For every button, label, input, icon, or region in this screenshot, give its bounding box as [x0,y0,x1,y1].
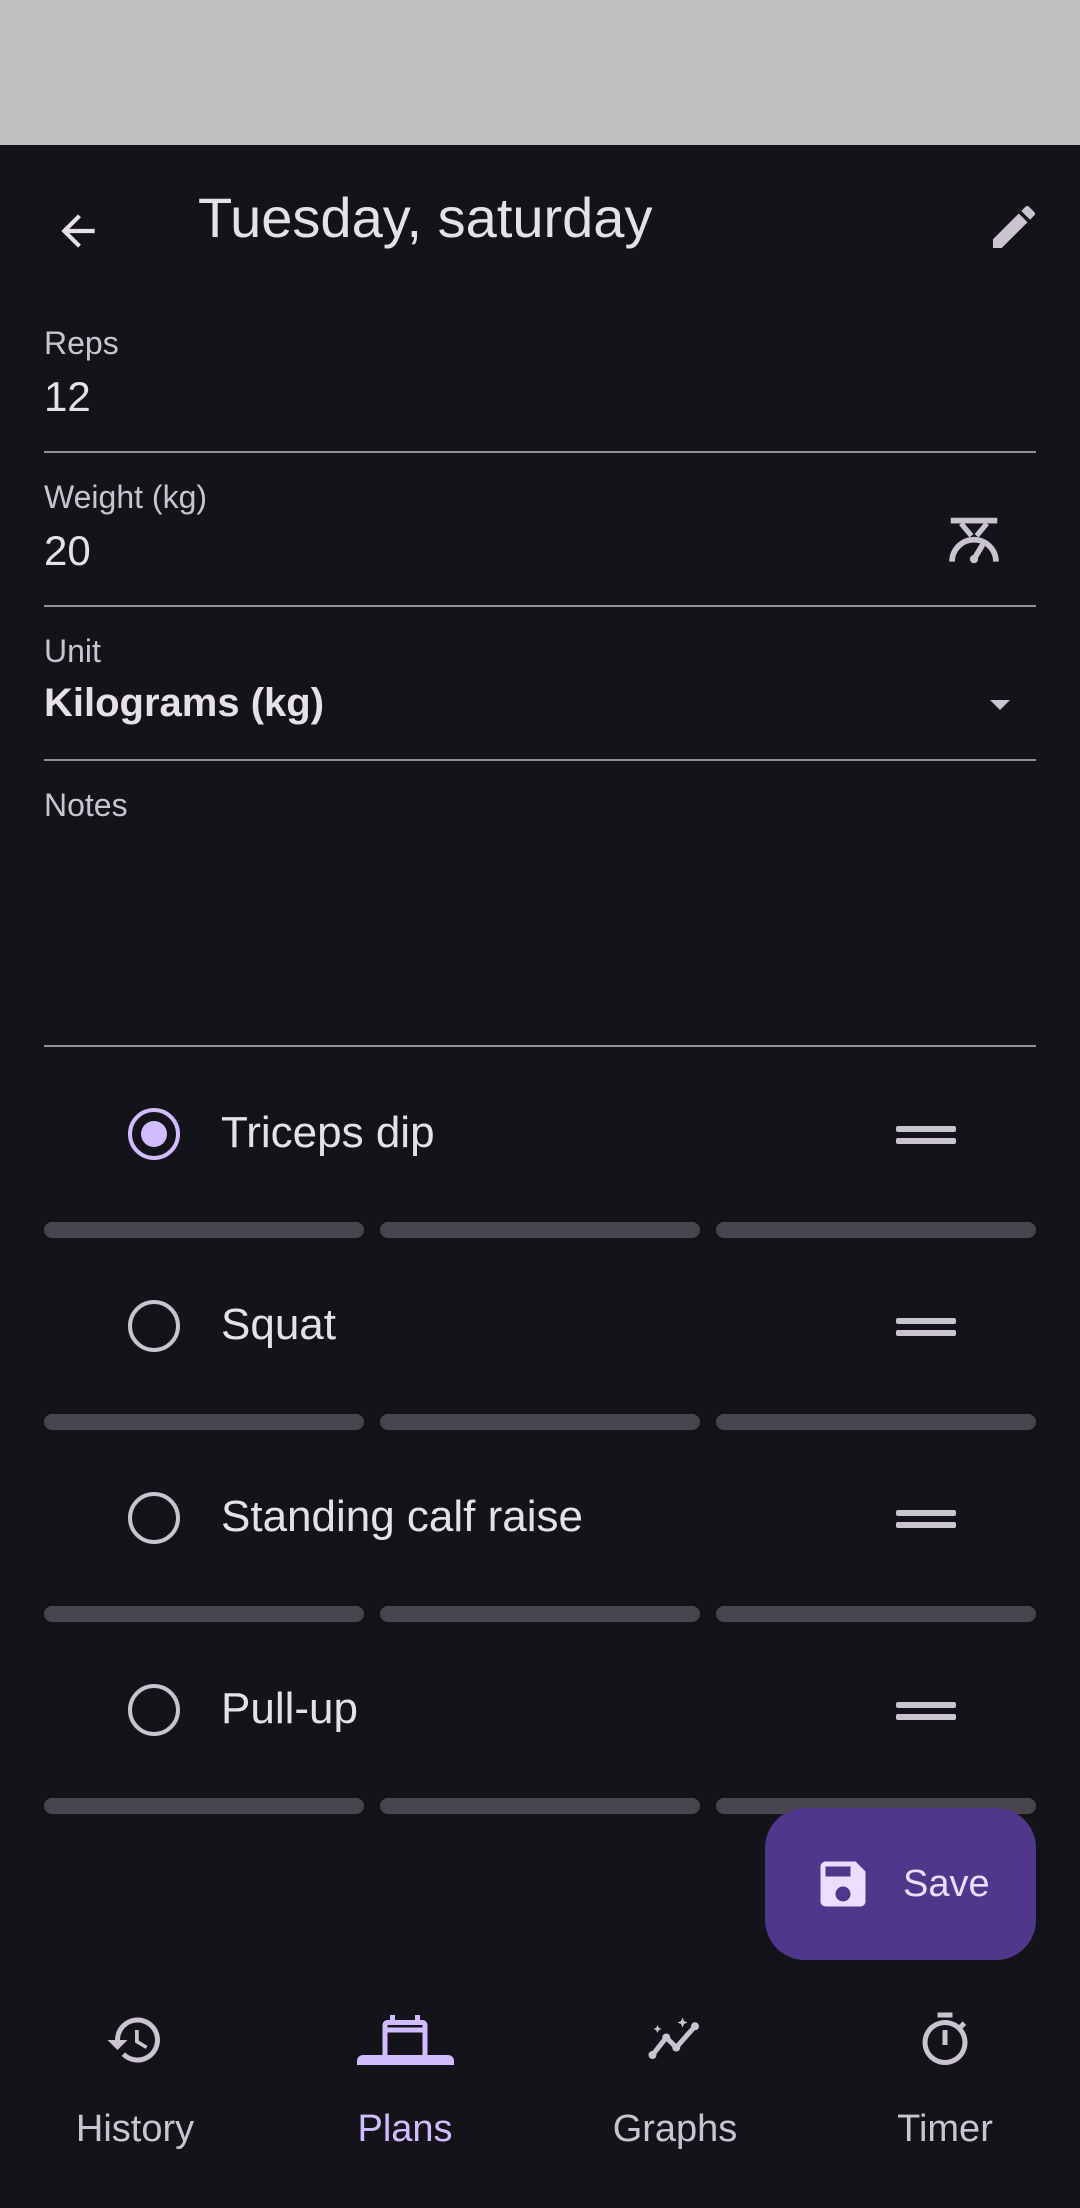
exercise-radio[interactable] [128,1684,180,1736]
unit-value: Kilograms (kg) [44,681,325,725]
scale-button[interactable] [932,499,1016,583]
drag-handle-icon[interactable] [896,1698,956,1724]
drag-handle-icon[interactable] [896,1506,956,1532]
drag-handle-icon[interactable] [896,1122,956,1148]
save-label: Save [903,1862,990,1905]
exercise-radio[interactable] [128,1300,180,1352]
nav-timer-label: Timer [897,2108,993,2150]
nav-timer[interactable]: Timer [810,1988,1080,2208]
nav-graphs-label: Graphs [612,2108,738,2150]
back-button[interactable] [36,189,120,273]
nav-history-label: History [75,2108,195,2150]
nav-history[interactable]: History [0,1988,270,2208]
nav-plans-label: Plans [357,2108,453,2150]
exercise-row-pull-up[interactable]: Pull-up [0,1650,1080,1770]
nav-plans[interactable]: Plans [270,1988,540,2208]
weight-value: 20 [44,527,91,574]
unit-label: Unit [44,633,101,669]
nav-graphs[interactable]: Graphs [540,1988,810,2208]
reps-value: 12 [44,373,91,420]
bottom-navigation: History Plans Graphs Timer [0,1988,1080,2208]
pencil-icon [993,205,1036,248]
exercise-name: Squat [221,1300,336,1349]
edit-button[interactable] [972,185,1056,269]
arrow-back-icon [61,214,95,248]
exercise-radio[interactable] [128,1108,180,1160]
save-icon [820,1861,866,1907]
page-title: Tuesday, saturday [198,186,653,249]
set-progress-squat [44,1414,1036,1430]
active-tab-indicator [357,2055,454,2065]
unit-dropdown[interactable]: Unit Kilograms (kg) [44,623,1036,761]
reps-label: Reps [44,325,119,361]
notes-field[interactable]: Notes [44,777,1036,1047]
set-progress-standing-calf-raise [44,1606,1036,1622]
exercise-row-triceps-dip[interactable]: Triceps dip [0,1074,1080,1194]
status-bar-area [0,0,1080,145]
app-screen: Tuesday, saturday Reps 12 Weight (kg) 20… [0,145,1080,2208]
exercise-radio[interactable] [128,1492,180,1544]
timer-icon [922,2012,968,2066]
set-progress-triceps-dip [44,1222,1036,1238]
exercise-row-squat[interactable]: Squat [0,1266,1080,1386]
history-icon [107,2017,160,2063]
weight-label: Weight (kg) [44,479,208,515]
notes-label: Notes [44,787,128,823]
graph-icon [648,2017,699,2059]
save-button[interactable]: Save [765,1808,1036,1960]
exercise-name: Triceps dip [221,1108,435,1157]
reps-field[interactable]: Reps 12 [44,315,1036,453]
dropdown-arrow-icon [990,700,1010,710]
top-app-bar: Tuesday, saturday [0,145,1080,295]
exercise-row-standing-calf-raise[interactable]: Standing calf raise [0,1458,1080,1578]
weight-field[interactable]: Weight (kg) 20 [44,469,1036,607]
scale-icon [949,517,999,564]
exercise-name: Pull-up [221,1684,358,1733]
exercise-name: Standing calf raise [221,1492,583,1541]
drag-handle-icon[interactable] [896,1314,956,1340]
